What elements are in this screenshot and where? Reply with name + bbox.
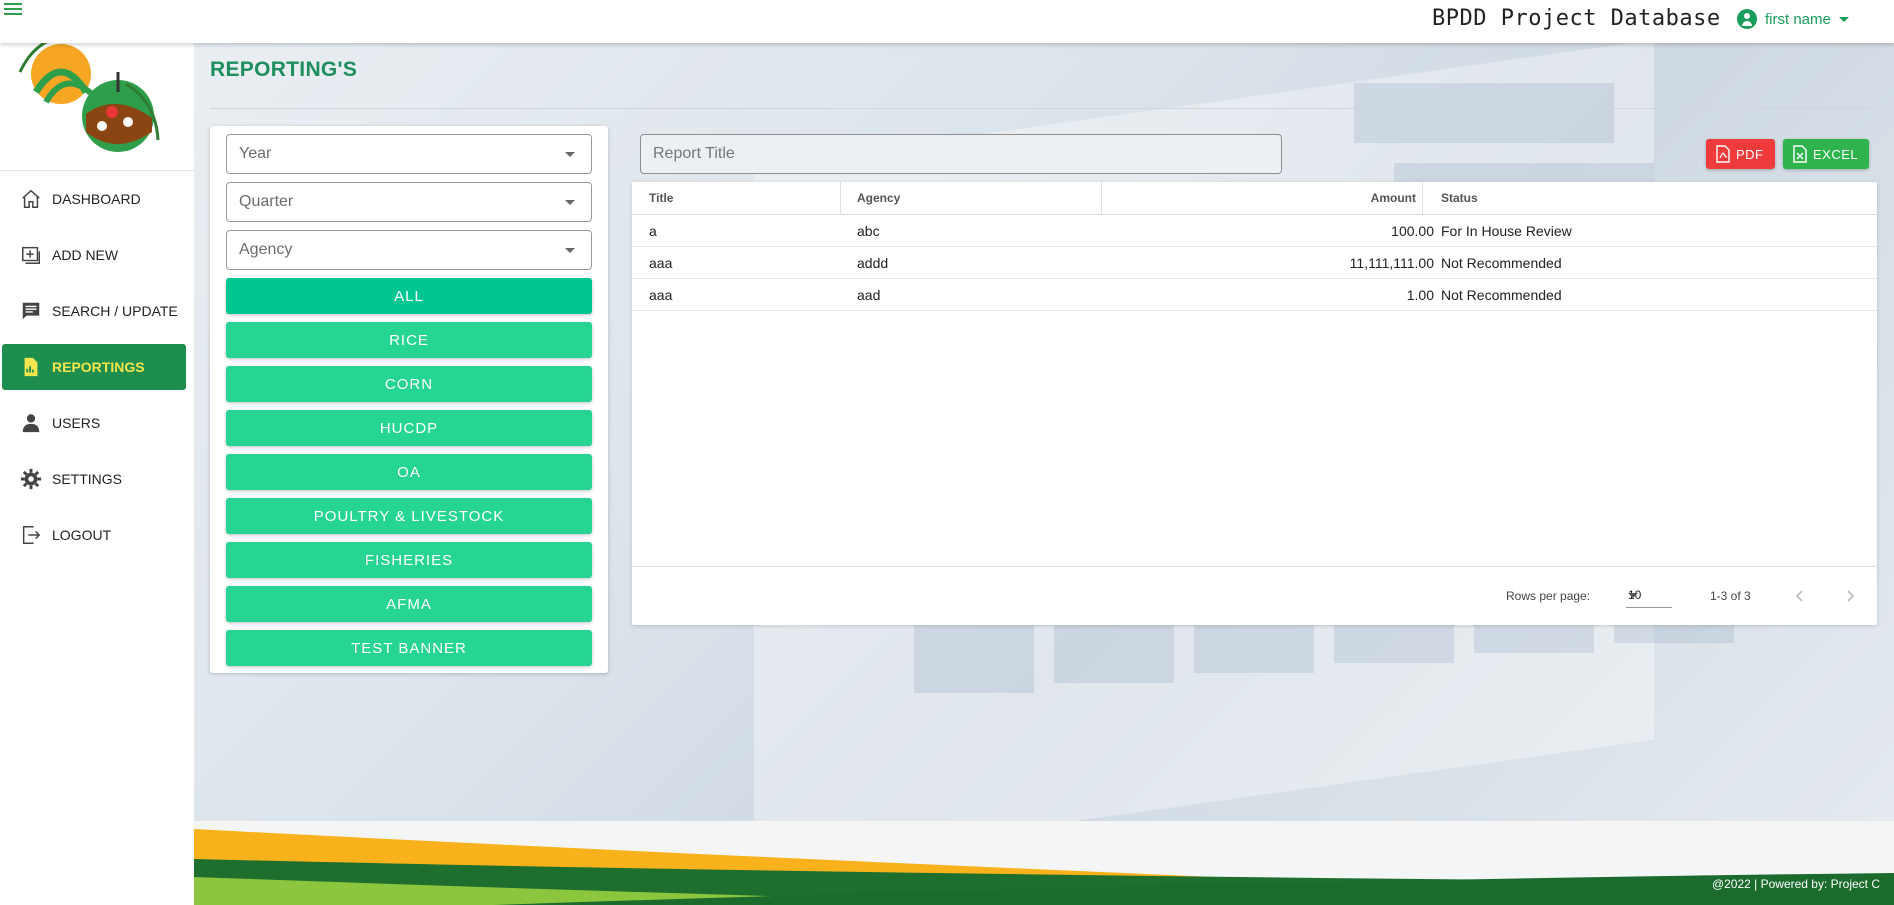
export-pdf-label: PDF bbox=[1736, 146, 1764, 162]
reports-table: Title Agency Amount Status a abc 100.00 … bbox=[632, 182, 1877, 625]
sidebar-item-label: SETTINGS bbox=[52, 471, 123, 487]
column-header-agency[interactable]: Agency bbox=[857, 182, 1087, 214]
cell-title: aaa bbox=[649, 286, 673, 303]
table-row[interactable]: aaa addd 11,111,111.00 Not Recommended bbox=[632, 247, 1877, 279]
agency-logo bbox=[18, 34, 160, 152]
next-page-button[interactable] bbox=[1835, 581, 1865, 611]
top-bar: BPDD Project Database first name bbox=[0, 0, 1894, 43]
previous-page-button[interactable] bbox=[1785, 581, 1815, 611]
cell-amount: 100.00 bbox=[1391, 222, 1434, 239]
column-header-status[interactable]: Status bbox=[1441, 182, 1861, 214]
dropdown-arrow-icon bbox=[565, 152, 575, 157]
cell-amount: 1.00 bbox=[1406, 286, 1434, 303]
sidebar-divider bbox=[0, 170, 194, 171]
report-title-search-input[interactable] bbox=[640, 134, 1282, 174]
footer-copyright: @2022 | Powered by: Project C bbox=[1711, 877, 1880, 891]
cell-status: For In House Review bbox=[1441, 222, 1572, 239]
table-row[interactable]: aaa aad 1.00 Not Recommended bbox=[632, 279, 1877, 311]
table-header: Title Agency Amount Status bbox=[632, 182, 1877, 215]
year-select[interactable]: Year bbox=[226, 134, 592, 174]
table-pagination: Rows per page: 10 1-3 of 3 bbox=[632, 567, 1877, 625]
home-icon bbox=[22, 189, 40, 208]
page-title: REPORTING'S bbox=[210, 58, 358, 81]
dropdown-arrow-icon bbox=[1628, 593, 1638, 598]
agency-select-label: Agency bbox=[239, 241, 293, 258]
sidebar-item-label: ADD NEW bbox=[52, 247, 119, 263]
footer-banner bbox=[194, 829, 1894, 905]
export-pdf-button[interactable]: PDF bbox=[1706, 139, 1775, 169]
user-name: first name bbox=[1765, 10, 1831, 28]
agency-select[interactable]: Agency bbox=[226, 230, 592, 270]
category-rice-button[interactable]: RICE bbox=[226, 322, 592, 358]
cell-title: a bbox=[649, 222, 657, 239]
category-corn-button[interactable]: CORN bbox=[226, 366, 592, 402]
column-header-title[interactable]: Title bbox=[649, 182, 839, 214]
sidebar-item-label: DASHBOARD bbox=[52, 191, 141, 207]
chevron-right-icon bbox=[1847, 590, 1855, 602]
gear-icon bbox=[20, 468, 42, 490]
sidebar-item-settings[interactable]: SETTINGS bbox=[2, 456, 186, 502]
user-menu[interactable]: first name bbox=[1737, 8, 1849, 30]
sidebar-item-dashboard[interactable]: DASHBOARD bbox=[2, 176, 186, 222]
sidebar-item-logout[interactable]: LOGOUT bbox=[2, 512, 186, 558]
cell-agency: abc bbox=[857, 222, 880, 239]
sidebar-item-add-new[interactable]: ADD NEW bbox=[2, 232, 186, 278]
logout-icon bbox=[22, 526, 41, 544]
sidebar-item-label: REPORTINGS bbox=[52, 359, 145, 375]
column-header-amount[interactable]: Amount bbox=[1102, 182, 1434, 214]
chevron-left-icon bbox=[1795, 590, 1803, 602]
year-select-label: Year bbox=[239, 145, 272, 162]
account-circle-icon bbox=[1737, 9, 1757, 29]
category-afma-button[interactable]: AFMA bbox=[226, 586, 592, 622]
cell-status: Not Recommended bbox=[1441, 254, 1562, 271]
sidebar-item-reportings[interactable]: REPORTINGS bbox=[2, 344, 186, 390]
category-fisheries-button[interactable]: FISHERIES bbox=[226, 542, 592, 578]
sidebar-item-label: LOGOUT bbox=[52, 527, 112, 543]
sidebar-nav: DASHBOARD ADD NEW SEARCH / UPDATE REPORT… bbox=[2, 176, 186, 568]
cell-title: aaa bbox=[649, 254, 673, 271]
message-icon bbox=[22, 302, 40, 320]
cell-agency: addd bbox=[857, 254, 889, 271]
rows-per-page-label: Rows per page: bbox=[1506, 589, 1591, 603]
sidebar: DASHBOARD ADD NEW SEARCH / UPDATE REPORT… bbox=[0, 0, 194, 905]
category-test-banner-button[interactable]: TEST BANNER bbox=[226, 630, 592, 666]
category-hucdp-button[interactable]: HUCDP bbox=[226, 410, 592, 446]
export-excel-button[interactable]: EXCEL bbox=[1783, 139, 1869, 169]
dropdown-arrow-icon bbox=[565, 248, 575, 253]
sidebar-item-search-update[interactable]: SEARCH / UPDATE bbox=[2, 288, 186, 334]
category-all-button[interactable]: ALL bbox=[226, 278, 592, 314]
file-chart-icon bbox=[24, 357, 38, 377]
divider bbox=[210, 108, 1878, 109]
chevron-down-icon bbox=[1838, 16, 1849, 22]
cell-agency: aad bbox=[857, 286, 881, 303]
category-poultry-livestock-button[interactable]: POULTRY & LIVESTOCK bbox=[226, 498, 592, 534]
pagination-range: 1-3 of 3 bbox=[1710, 589, 1751, 603]
export-excel-label: EXCEL bbox=[1813, 146, 1859, 162]
category-oa-button[interactable]: OA bbox=[226, 454, 592, 490]
sidebar-item-label: SEARCH / UPDATE bbox=[52, 303, 178, 319]
menu-icon[interactable] bbox=[4, 3, 22, 17]
cell-amount: 11,111,111.00 bbox=[1349, 254, 1434, 271]
quarter-select-label: Quarter bbox=[239, 193, 294, 210]
filter-panel: Year Quarter Agency ALL RICE CORN HUCDP … bbox=[210, 126, 608, 673]
pdf-file-icon bbox=[1716, 145, 1730, 163]
user-icon bbox=[22, 414, 40, 433]
dropdown-arrow-icon bbox=[565, 200, 575, 205]
app-title: BPDD Project Database bbox=[1432, 6, 1721, 31]
rows-per-page-select[interactable]: 10 bbox=[1626, 584, 1672, 608]
sidebar-item-label: USERS bbox=[52, 415, 101, 431]
table-row[interactable]: a abc 100.00 For In House Review bbox=[632, 215, 1877, 247]
add-box-icon bbox=[22, 246, 40, 264]
footer: @2022 | Powered by: Project C bbox=[194, 821, 1894, 905]
excel-file-icon bbox=[1793, 145, 1807, 163]
sidebar-item-users[interactable]: USERS bbox=[2, 400, 186, 446]
cell-status: Not Recommended bbox=[1441, 286, 1562, 303]
quarter-select[interactable]: Quarter bbox=[226, 182, 592, 222]
